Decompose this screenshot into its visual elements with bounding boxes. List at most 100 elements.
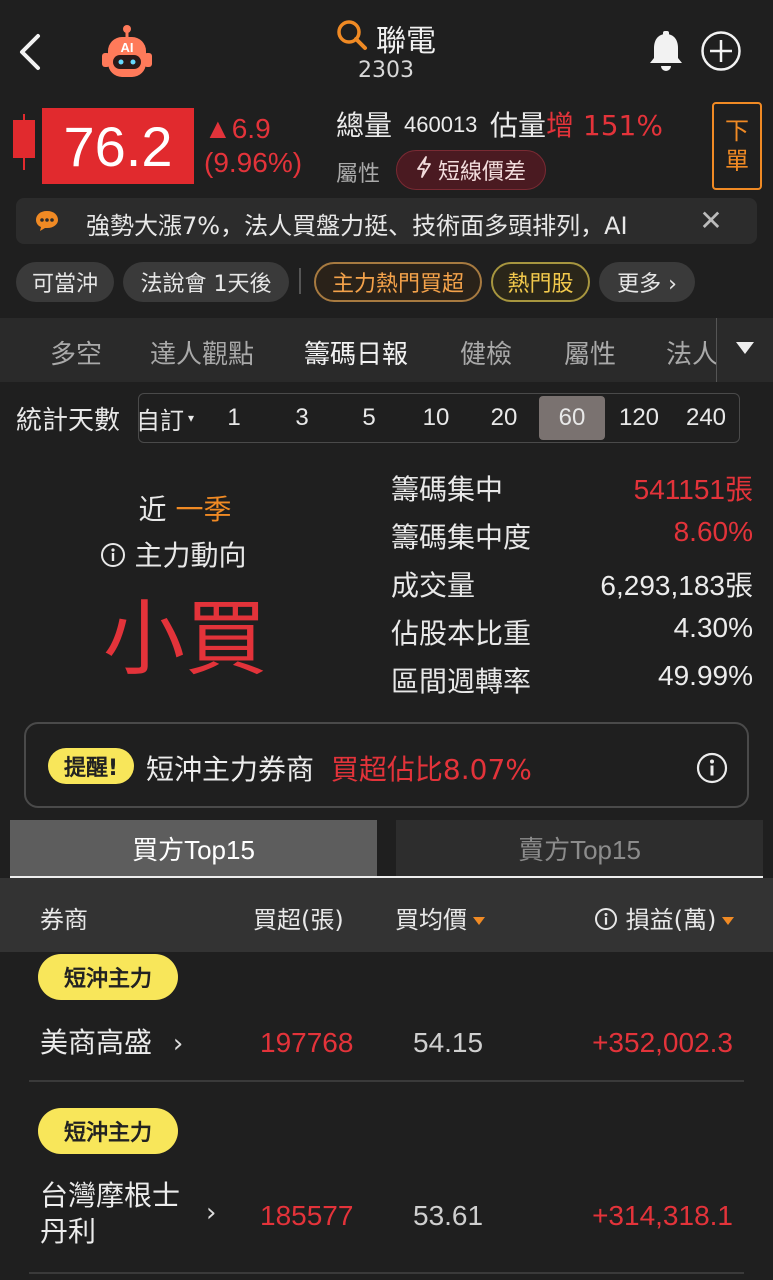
tag-hot-stock[interactable]: 熱門股 (491, 262, 590, 302)
row-badge: 短沖主力 (38, 1108, 178, 1154)
main-force-direction-label[interactable]: 主力動向 (88, 534, 258, 574)
stat-value-turnover: 49.99% (658, 660, 753, 691)
table-row-broker[interactable]: 美商高盛 › (40, 1025, 183, 1062)
attribute-badge[interactable]: 短線價差 (396, 150, 546, 190)
tab-seller-top15[interactable]: 賣方Top15 (396, 820, 763, 876)
period-label: 近 一季 (100, 488, 270, 528)
main-force-direction-value: 小買 (102, 592, 267, 687)
estimated-volume-label: 估量 (490, 109, 547, 142)
stat-days-selector: 自訂 ▾ 1 3 5 10 20 60 120 240 (138, 393, 740, 443)
day-option-240[interactable]: 240 (673, 394, 739, 442)
period-value: 一季 (175, 493, 232, 526)
price-change-percent: (9.96%) (204, 147, 303, 178)
period-prefix: 近 (138, 493, 167, 526)
attribute-badge-label: 短線價差 (437, 160, 526, 185)
avg-price-label: 買均價 (395, 906, 467, 934)
info-icon[interactable] (696, 752, 728, 784)
stat-label-concentration: 籌碼集中 (391, 473, 504, 506)
tag-more[interactable]: 更多 › (599, 262, 695, 302)
day-option-60[interactable]: 60 (539, 396, 605, 440)
price-change-value: ▲6.9 (204, 113, 271, 144)
table-row-broker[interactable]: 台灣摩根士 丹利 (40, 1178, 180, 1250)
reminder-badge: 提醒! (48, 748, 134, 784)
day-option-120[interactable]: 120 (606, 394, 672, 442)
day-option-10[interactable]: 10 (403, 394, 469, 442)
column-header-avg-price[interactable]: 買均價 (395, 900, 485, 935)
chevron-down-icon[interactable] (736, 342, 754, 354)
stat-label-turnover: 區間週轉率 (391, 665, 532, 698)
info-icon (100, 539, 135, 572)
tab-chip-daily[interactable]: 籌碼日報 (304, 334, 408, 371)
tab-expert-view[interactable]: 達人觀點 (150, 334, 254, 371)
cell-net-buy: 197768 (260, 1027, 354, 1058)
stat-value-volume: 6,293,183張 (600, 570, 753, 601)
order-button-line-2: 單 (725, 147, 749, 175)
close-icon[interactable]: ✕ (696, 204, 726, 237)
stat-value-concentration: 541151張 (633, 474, 753, 505)
row-badge: 短沖主力 (38, 954, 178, 1000)
section-tabs: 多空 達人觀點 籌碼日報 健檢 屬性 法人 (0, 318, 773, 382)
broker-name: 美商高盛 (40, 1026, 153, 1059)
search-icon[interactable] (335, 18, 369, 52)
info-icon (594, 906, 626, 934)
price-change: ▲6.9 (9.96%) (204, 112, 302, 180)
stat-label-volume: 成交量 (391, 569, 476, 602)
news-headline[interactable]: 強勢大漲7%，法人買盤力挺、技術面多頭排列，AI (86, 206, 694, 241)
tab-attributes[interactable]: 屬性 (564, 334, 616, 371)
stock-code: 2303 (358, 58, 414, 83)
column-header-pnl[interactable]: 損益(萬) (594, 900, 735, 935)
pnl-label: 損益(萬) (625, 906, 717, 934)
broker-name-line-2: 丹利 (40, 1215, 97, 1248)
back-arrow-icon[interactable] (14, 30, 48, 74)
ai-label: AI (121, 40, 134, 55)
sort-arrow-icon (473, 917, 485, 925)
day-option-5[interactable]: 5 (336, 394, 402, 442)
tab-buyer-top15[interactable]: 買方Top15 (10, 820, 377, 876)
reminder-text-main: 短沖主力券商 (146, 753, 315, 786)
header: AI 聯電 2303 (0, 0, 773, 100)
table-header: 券商 買超(張) 買均價 損益(萬) (0, 878, 773, 952)
day-option-1[interactable]: 1 (201, 394, 267, 442)
news-ticker[interactable]: 強勢大漲7%，法人買盤力挺、技術面多頭排列，AI ✕ (16, 198, 757, 244)
row-divider (29, 1272, 744, 1274)
place-order-button[interactable]: 下 單 (712, 102, 762, 190)
sort-arrow-icon (722, 917, 735, 925)
attribute-label: 屬性 (336, 162, 381, 187)
stat-value-concentration-ratio: 8.60% (673, 516, 753, 547)
tag-main-force-hot-buy[interactable]: 主力熱門買超 (314, 262, 482, 302)
tab-bull-bear[interactable]: 多空 (50, 334, 102, 371)
order-button-line-1: 下 (725, 117, 749, 145)
cell-avg-price: 53.61 (413, 1200, 484, 1231)
day-option-3[interactable]: 3 (269, 394, 335, 442)
chevron-right-icon[interactable]: › (206, 1198, 216, 1228)
day-option-custom-label: 自訂 (138, 406, 184, 435)
reminder-card: 提醒! 短沖主力券商 買超佔比8.07% (24, 722, 749, 808)
day-option-custom[interactable]: 自訂 ▾ (138, 394, 197, 442)
stat-value-share-ratio: 4.30% (673, 612, 753, 643)
bell-icon[interactable] (646, 30, 686, 72)
direction-label-text: 主力動向 (134, 539, 247, 572)
reminder-text: 短沖主力券商 買超佔比8.07% (146, 748, 532, 788)
broker-name-line-1: 台灣摩根士 (40, 1179, 181, 1212)
tab-institutional[interactable]: 法人 (666, 334, 716, 371)
column-header-net-buy: 買超(張) (253, 906, 344, 934)
cell-pnl: +314,318.1 (592, 1200, 733, 1231)
cell-pnl: +352,002.3 (592, 1027, 733, 1058)
ai-robot-icon[interactable]: AI (98, 25, 156, 81)
add-watchlist-icon[interactable] (700, 30, 742, 72)
stat-label-share-ratio: 佔股本比重 (391, 617, 532, 650)
stock-name[interactable]: 聯電 (376, 16, 436, 60)
tag-earnings-call[interactable]: 法說會 1天後 (123, 262, 289, 302)
tab-health-check[interactable]: 健檢 (460, 334, 512, 371)
current-price: 76.2 (42, 108, 194, 184)
stat-label-concentration-ratio: 籌碼集中度 (391, 521, 532, 554)
tag-divider (299, 268, 301, 294)
stat-days-label: 統計天數 (16, 406, 121, 436)
tag-day-trade[interactable]: 可當沖 (16, 262, 114, 302)
candlestick-icon (11, 112, 37, 172)
day-option-20[interactable]: 20 (471, 394, 537, 442)
row-divider (29, 1080, 744, 1082)
caret-down-icon: ▾ (187, 411, 195, 425)
tab-institutional-wrapper: 法人 (666, 334, 716, 371)
chat-bubble-icon (34, 209, 60, 233)
